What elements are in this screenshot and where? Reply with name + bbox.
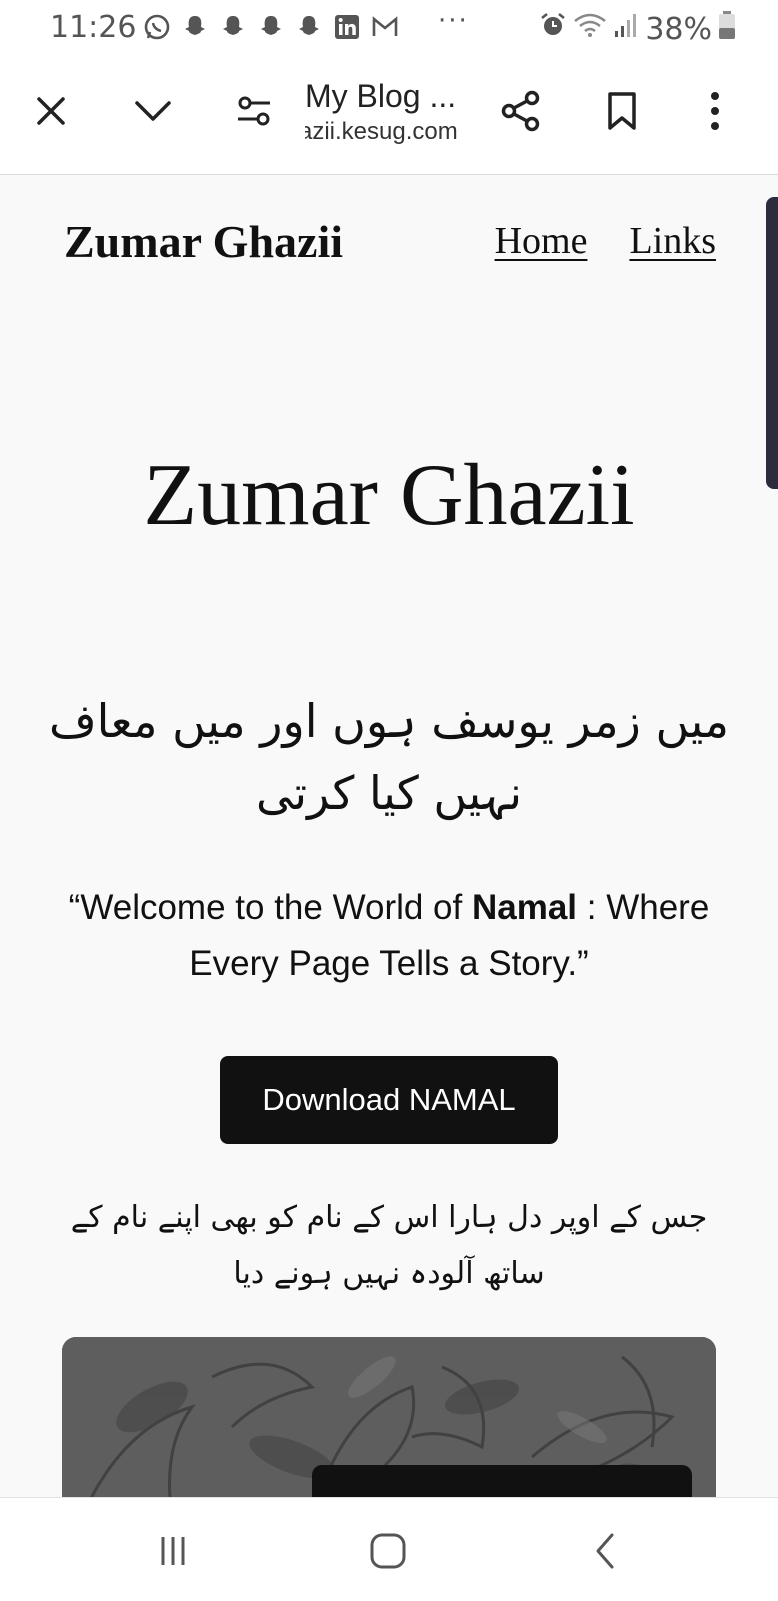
snapchat-icon xyxy=(180,12,210,42)
page-url: azii.kesug.com xyxy=(305,118,458,145)
page-title: My Blog ... xyxy=(305,78,457,114)
more-notifications-icon: ··· xyxy=(438,6,469,36)
nav-link-home[interactable]: Home xyxy=(495,219,588,263)
web-page: Zumar Ghazii Home Links Zumar Ghazii میں… xyxy=(0,175,778,1497)
snapchat-icon xyxy=(256,12,286,42)
back-icon xyxy=(596,1533,614,1569)
home-icon xyxy=(370,1533,406,1569)
nav-link-links[interactable]: Links xyxy=(629,219,716,263)
signal-icon xyxy=(613,11,639,47)
gmail-icon xyxy=(370,12,400,42)
site-nav: Home Links xyxy=(495,219,716,263)
system-nav-bar xyxy=(0,1497,778,1601)
close-tab-button[interactable] xyxy=(26,86,76,136)
notification-icons xyxy=(142,12,400,42)
browser-toolbar: My Blog ... azii.kesug.com xyxy=(0,56,778,175)
recent-apps-button[interactable] xyxy=(143,1526,203,1576)
alarm-icon xyxy=(539,11,567,47)
hero-title: Zumar Ghazii xyxy=(143,447,635,544)
share-button[interactable] xyxy=(496,86,546,136)
share-icon xyxy=(501,90,540,132)
download-namal-button[interactable]: Download NAMAL xyxy=(220,1056,558,1144)
bookmark-icon xyxy=(608,92,636,130)
urdu-paragraph: جس کے اوپر دل ہارا اس کے نام کو بھی اپنے… xyxy=(70,1200,708,1291)
minimize-button[interactable] xyxy=(128,86,178,136)
chevron-down-icon xyxy=(135,101,171,121)
site-title[interactable]: Zumar Ghazii xyxy=(64,215,343,268)
status-time: 11:26 xyxy=(50,10,137,45)
battery-percent: 38% xyxy=(645,11,712,47)
wifi-icon xyxy=(573,11,607,47)
snapchat-icon xyxy=(294,12,324,42)
quote-bold: Namal xyxy=(471,888,578,927)
snapchat-icon xyxy=(218,12,248,42)
site-settings-button[interactable] xyxy=(229,86,279,136)
page-info[interactable]: My Blog ... azii.kesug.com xyxy=(305,76,485,148)
status-bar: 11:26 ··· 38% xyxy=(0,0,778,56)
welcome-quote: “Welcome to the World of Namal : Where E… xyxy=(40,880,738,992)
urdu-heading: میں زمر یوسف ہوں اور میں معاف نہیں کیا ک… xyxy=(48,694,729,820)
more-vert-icon xyxy=(711,92,719,130)
tune-icon xyxy=(238,96,270,126)
recent-apps-icon xyxy=(161,1537,185,1565)
home-button[interactable] xyxy=(358,1526,418,1576)
quote-start: “Welcome to the World of xyxy=(68,888,472,927)
battery-icon xyxy=(718,10,736,48)
cover-image xyxy=(62,1337,716,1497)
whatsapp-icon xyxy=(142,12,172,42)
close-icon xyxy=(37,97,65,125)
system-status: 38% xyxy=(539,10,736,48)
bookmark-button[interactable] xyxy=(597,86,647,136)
more-options-button[interactable] xyxy=(690,86,740,136)
back-button[interactable] xyxy=(575,1526,635,1576)
linkedin-icon xyxy=(332,12,362,42)
